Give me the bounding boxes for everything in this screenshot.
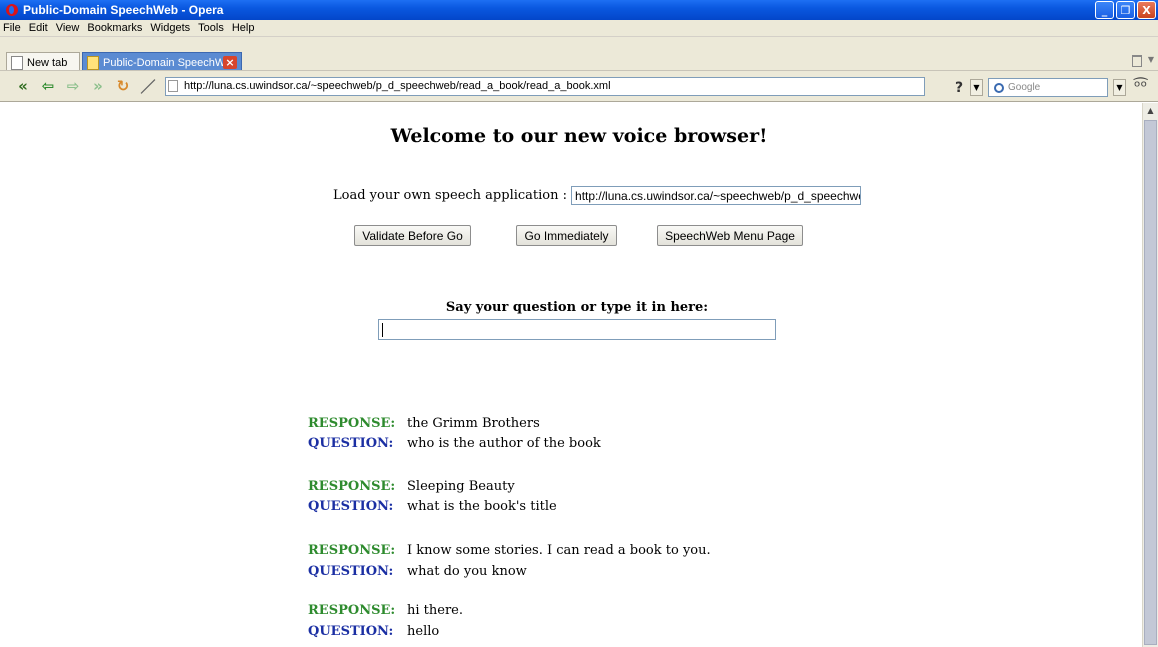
page-icon [168, 80, 178, 92]
response-label: RESPONSE: [308, 542, 396, 558]
question-text: hello [407, 623, 440, 639]
address-url: http://luna.cs.uwindsor.ca/~speechweb/p_… [184, 80, 611, 92]
scroll-up-icon[interactable]: ▲ [1143, 103, 1158, 118]
validate-before-go-button[interactable]: Validate Before Go [354, 225, 471, 246]
search-field[interactable]: Google [988, 78, 1108, 97]
tab-label: Public-Domain SpeechWeb [103, 56, 238, 69]
search-placeholder: Google [1008, 82, 1041, 93]
menu-edit[interactable]: Edit [25, 22, 52, 34]
trash-icon[interactable] [1132, 55, 1142, 67]
question-input[interactable] [378, 319, 776, 340]
response-text: Sleeping Beauty [407, 478, 515, 494]
new-page-icon [11, 55, 23, 70]
chevron-down-icon[interactable]: ▼ [1148, 55, 1154, 64]
address-dropdown-icon[interactable]: ▼ [970, 79, 983, 96]
response-text: I know some stories. I can read a book t… [407, 542, 711, 558]
window-controls: _ ❐ X [1095, 1, 1156, 19]
minimize-button[interactable]: _ [1095, 1, 1114, 19]
question-row: QUESTION: what do you know [308, 562, 527, 580]
question-text: what is the book's title [407, 498, 557, 514]
page-icon [87, 55, 99, 70]
help-icon[interactable]: ? [950, 79, 968, 97]
page-content: Welcome to our new voice browser! Load y… [0, 103, 1142, 647]
search-dropdown-icon[interactable]: ▼ [1113, 79, 1126, 96]
forward-icon[interactable]: ⇨ [62, 75, 84, 97]
go-immediately-button[interactable]: Go Immediately [516, 225, 617, 246]
window-title: Public-Domain SpeechWeb - Opera [23, 3, 224, 17]
response-label: RESPONSE: [308, 602, 396, 618]
question-label: QUESTION: [308, 435, 394, 451]
scrollbar-thumb[interactable] [1144, 120, 1157, 645]
question-label: QUESTION: [308, 623, 394, 639]
question-row: QUESTION: hello [308, 622, 439, 640]
menu-bookmarks[interactable]: Bookmarks [83, 22, 146, 34]
question-text: who is the author of the book [407, 435, 601, 451]
fast-forward-icon[interactable]: » [87, 75, 109, 97]
tab-label: New tab [27, 56, 68, 69]
menu-widgets[interactable]: Widgets [146, 22, 194, 34]
question-text: what do you know [407, 563, 527, 579]
response-text: hi there. [407, 602, 463, 618]
menu-file[interactable]: File [0, 22, 25, 34]
tab-speechweb[interactable]: Public-Domain SpeechWeb × [82, 52, 242, 72]
close-tab-icon[interactable]: × [223, 56, 237, 69]
reload-icon[interactable]: ↻ [112, 75, 134, 97]
opera-logo-icon [5, 3, 19, 17]
menu-tools[interactable]: Tools [194, 22, 228, 34]
address-field[interactable]: http://luna.cs.uwindsor.ca/~speechweb/p_… [165, 76, 925, 96]
back-icon[interactable]: ⇦ [37, 75, 59, 97]
response-label: RESPONSE: [308, 415, 396, 431]
menu-view[interactable]: View [52, 22, 84, 34]
response-row: RESPONSE: I know some stories. I can rea… [308, 541, 711, 559]
edit-icon[interactable]: ／ [137, 75, 159, 97]
search-icon [994, 82, 1004, 93]
response-row: RESPONSE: hi there. [308, 601, 463, 619]
page-title: Welcome to our new voice browser! [390, 125, 768, 147]
tab-new[interactable]: New tab [6, 52, 80, 72]
text-caret [382, 323, 383, 337]
response-label: RESPONSE: [308, 478, 396, 494]
tab-bar: New tab Public-Domain SpeechWeb × ▼ [0, 36, 1158, 72]
navigation-bar: « ⇦ ⇨ » ↻ ／ http://luna.cs.uwindsor.ca/~… [0, 70, 1158, 102]
menu-bar: File Edit View Bookmarks Widgets Tools H… [0, 20, 1158, 36]
speechweb-menu-page-button[interactable]: SpeechWeb Menu Page [657, 225, 803, 246]
load-label: Load your own speech application : [333, 188, 568, 203]
response-row: RESPONSE: the Grimm Brothers [308, 414, 540, 432]
question-label: QUESTION: [308, 563, 394, 579]
question-row: QUESTION: who is the author of the book [308, 434, 601, 452]
restore-button[interactable]: ❐ [1116, 1, 1135, 19]
question-row: QUESTION: what is the book's title [308, 497, 557, 515]
response-text: the Grimm Brothers [407, 415, 540, 431]
application-url-input[interactable]: http://luna.cs.uwindsor.ca/~speechweb/p_… [571, 186, 862, 205]
question-prompt: Say your question or type it in here: [445, 300, 709, 315]
menu-help[interactable]: Help [228, 22, 259, 34]
window-titlebar: Public-Domain SpeechWeb - Opera _ ❐ X [0, 0, 1158, 20]
reading-glasses-icon[interactable]: ᵒ͡ᵒ [1134, 77, 1147, 96]
load-application-row: Load your own speech application : http:… [333, 186, 862, 205]
question-label: QUESTION: [308, 498, 394, 514]
vertical-scrollbar[interactable]: ▲ [1142, 103, 1158, 647]
rewind-icon[interactable]: « [12, 75, 34, 97]
close-window-button[interactable]: X [1137, 1, 1156, 19]
response-row: RESPONSE: Sleeping Beauty [308, 477, 515, 495]
